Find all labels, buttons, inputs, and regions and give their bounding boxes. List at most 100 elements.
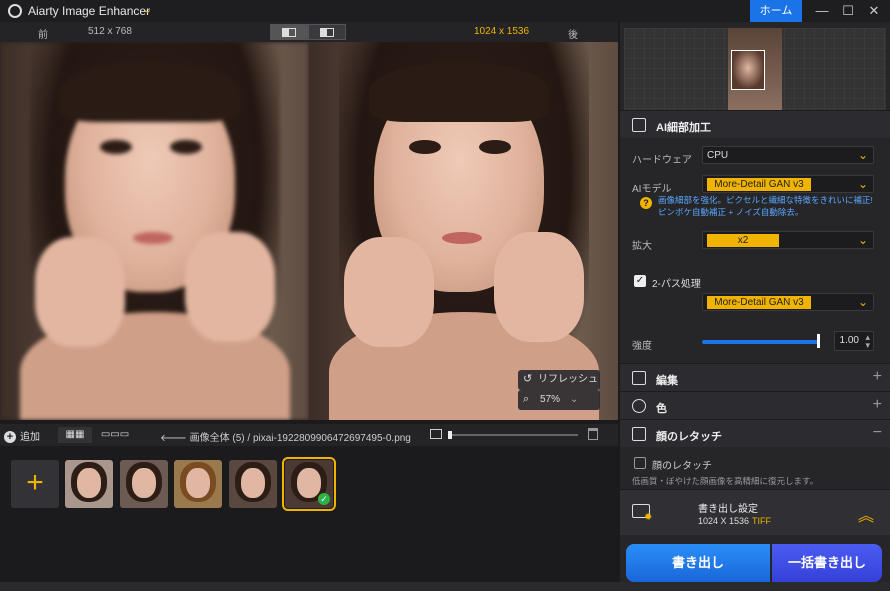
side-by-side-icon — [320, 28, 334, 37]
viewport-frame[interactable] — [731, 50, 765, 90]
thumbnail-3[interactable] — [174, 460, 222, 508]
back-arrow-icon[interactable]: 🡐 — [160, 433, 190, 444]
stepper-icon[interactable]: ▴ ▾ — [865, 333, 870, 350]
expand-plus-icon[interactable]: + — [873, 396, 882, 414]
model-label: AIモデル — [632, 184, 672, 195]
face-retouch-label: 顔のレタッチ — [652, 461, 712, 472]
home-button[interactable]: ホーム — [750, 0, 802, 22]
gear-icon: ✹ — [644, 512, 653, 523]
slider-handle[interactable] — [448, 431, 452, 439]
before-label: 前 — [38, 30, 48, 41]
thumbnail-strip: + ✓ — [0, 446, 618, 582]
refresh-icon: ↺ — [523, 373, 533, 385]
check-icon: ✓ — [318, 493, 330, 505]
image-viewer[interactable]: ↺ リフレッシュ ⌕ 57% ⌄ — [0, 42, 618, 420]
face-retouch-body: 顔のレタッチ 低画質・ぼやけた顔画像を高精細に復元します。 — [620, 447, 890, 489]
twopass-label: 2-パス処理 — [652, 279, 701, 290]
breadcrumb: 🡐 画像全体 (5) / pixai-1922809906472697495-0… — [160, 429, 411, 444]
thumbnail-2[interactable] — [120, 460, 168, 508]
hardware-label: ハードウェア — [632, 155, 692, 166]
section-title: 顔のレタッチ — [656, 431, 722, 443]
trash-icon[interactable] — [588, 428, 598, 440]
thumbnail-4[interactable] — [229, 460, 277, 508]
zoom-icon: ⌕ — [523, 393, 530, 405]
breadcrumb-filename: pixai-1922809906472697495-0.png — [252, 433, 411, 444]
plus-icon: + — [4, 431, 16, 443]
before-size: 512 x 768 — [88, 26, 132, 37]
after-size: 1024 x 1536 — [474, 26, 530, 37]
edit-icon — [632, 371, 646, 385]
chevron-up-icon[interactable]: ︽ — [858, 502, 874, 526]
app-title: Aiarty Image Enhancer — [28, 4, 151, 18]
face-retouch-desc: 低画質・ぼやけた顔画像を高精細に復元します。 — [632, 476, 819, 486]
image-icon — [430, 429, 442, 439]
section-title: AI細部加工 — [656, 122, 711, 134]
zoom-value: 57% — [540, 394, 561, 405]
split-view-icon — [282, 28, 296, 37]
breadcrumb-separator: / — [247, 433, 251, 444]
refresh-button[interactable]: ↺ リフレッシュ — [518, 370, 600, 390]
thumbnail-5-selected[interactable]: ✓ — [282, 457, 336, 511]
model-value: More-Detail GAN v3 — [707, 178, 811, 191]
help-icon: ? — [640, 197, 652, 209]
add-button[interactable]: + 追加 — [4, 428, 40, 443]
maximize-icon[interactable]: ☐ — [838, 2, 858, 20]
list-view-button[interactable]: ▭▭▭ — [98, 427, 132, 443]
thumbnail-1[interactable] — [65, 460, 113, 508]
expand-plus-icon[interactable]: + — [873, 368, 882, 386]
navigator-image — [728, 28, 782, 110]
face-retouch-checkbox[interactable] — [634, 457, 646, 469]
section-ai-detail[interactable]: AI細部加工 — [620, 110, 890, 138]
export-size: 1024 X 1536 — [698, 516, 750, 526]
strength-value: 1.00 — [839, 335, 859, 346]
twopass-model-value: More-Detail GAN v3 — [707, 296, 811, 309]
model-select[interactable]: More-Detail GAN v3 ⌄ — [702, 175, 874, 193]
grid-view-button[interactable]: ▦▦ — [58, 427, 92, 443]
section-edit[interactable]: 編集 + — [620, 363, 890, 391]
add-label: 追加 — [20, 432, 40, 443]
ai-enhance-icon — [632, 118, 646, 132]
chevron-down-icon: ⌄ — [857, 177, 868, 191]
export-settings-bar[interactable]: ✹ 書き出し設定 1024 X 1536 TIFF ︽ — [620, 489, 890, 535]
scale-value: x2 — [707, 234, 779, 247]
twopass-model-select[interactable]: More-Detail GAN v3 ⌄ — [702, 293, 874, 311]
split-view-button[interactable] — [270, 24, 308, 40]
add-image-tile[interactable]: + — [11, 460, 59, 508]
thumbnail-size-slider[interactable] — [448, 431, 578, 439]
after-label: 後 — [568, 30, 578, 41]
scale-select[interactable]: x2 ⌄ — [702, 231, 874, 249]
strength-slider-handle[interactable] — [817, 334, 820, 348]
hardware-select[interactable]: CPU ⌄ — [702, 146, 874, 164]
strength-slider[interactable] — [702, 340, 820, 344]
navigator-preview[interactable] — [624, 28, 886, 110]
chevron-down-icon: ⌄ — [857, 148, 868, 162]
face-icon — [632, 427, 646, 441]
strength-label: 強度 — [632, 341, 652, 352]
zoom-dropdown[interactable]: ⌕ 57% ⌄ — [518, 390, 600, 410]
chevron-down-icon: ⌄ — [857, 295, 868, 309]
export-settings-title: 書き出し設定 — [698, 504, 758, 515]
title-bar: Aiarty Image Enhancer ⌄ ホーム — ☐ ✕ — [0, 0, 890, 22]
section-color[interactable]: 色 + — [620, 391, 890, 419]
export-button[interactable]: 書き出し — [626, 544, 770, 582]
side-by-side-button[interactable] — [308, 24, 346, 40]
after-image — [309, 42, 618, 420]
section-title: 編集 — [656, 375, 678, 387]
minimize-icon[interactable]: — — [812, 2, 832, 20]
refresh-label: リフレッシュ — [538, 374, 598, 385]
collapse-minus-icon[interactable]: − — [873, 424, 882, 442]
hardware-value: CPU — [707, 150, 729, 161]
export-format: TIFF — [752, 516, 771, 526]
batch-export-button[interactable]: 一括書き出し — [772, 544, 882, 582]
strength-input[interactable]: 1.00 ▴ ▾ — [834, 331, 874, 351]
twopass-checkbox[interactable]: ✓ — [634, 275, 646, 287]
model-hint: 画像細部を強化。ピクセルと繊細な特徴をきれいに補正! ピンボケ自動補正 + ノイ… — [658, 195, 873, 217]
compare-bar: 前 512 x 768 1024 x 1536 後 — [0, 22, 618, 42]
app-logo-icon — [8, 4, 22, 18]
status-bar — [0, 582, 890, 591]
breadcrumb-root[interactable]: 画像全体 (5) — [190, 433, 245, 444]
chevron-down-icon[interactable]: ⌄ — [143, 3, 152, 16]
chevron-down-icon: ⌄ — [570, 394, 579, 405]
section-face-retouch[interactable]: 顔のレタッチ − — [620, 419, 890, 447]
close-icon[interactable]: ✕ — [864, 2, 884, 20]
